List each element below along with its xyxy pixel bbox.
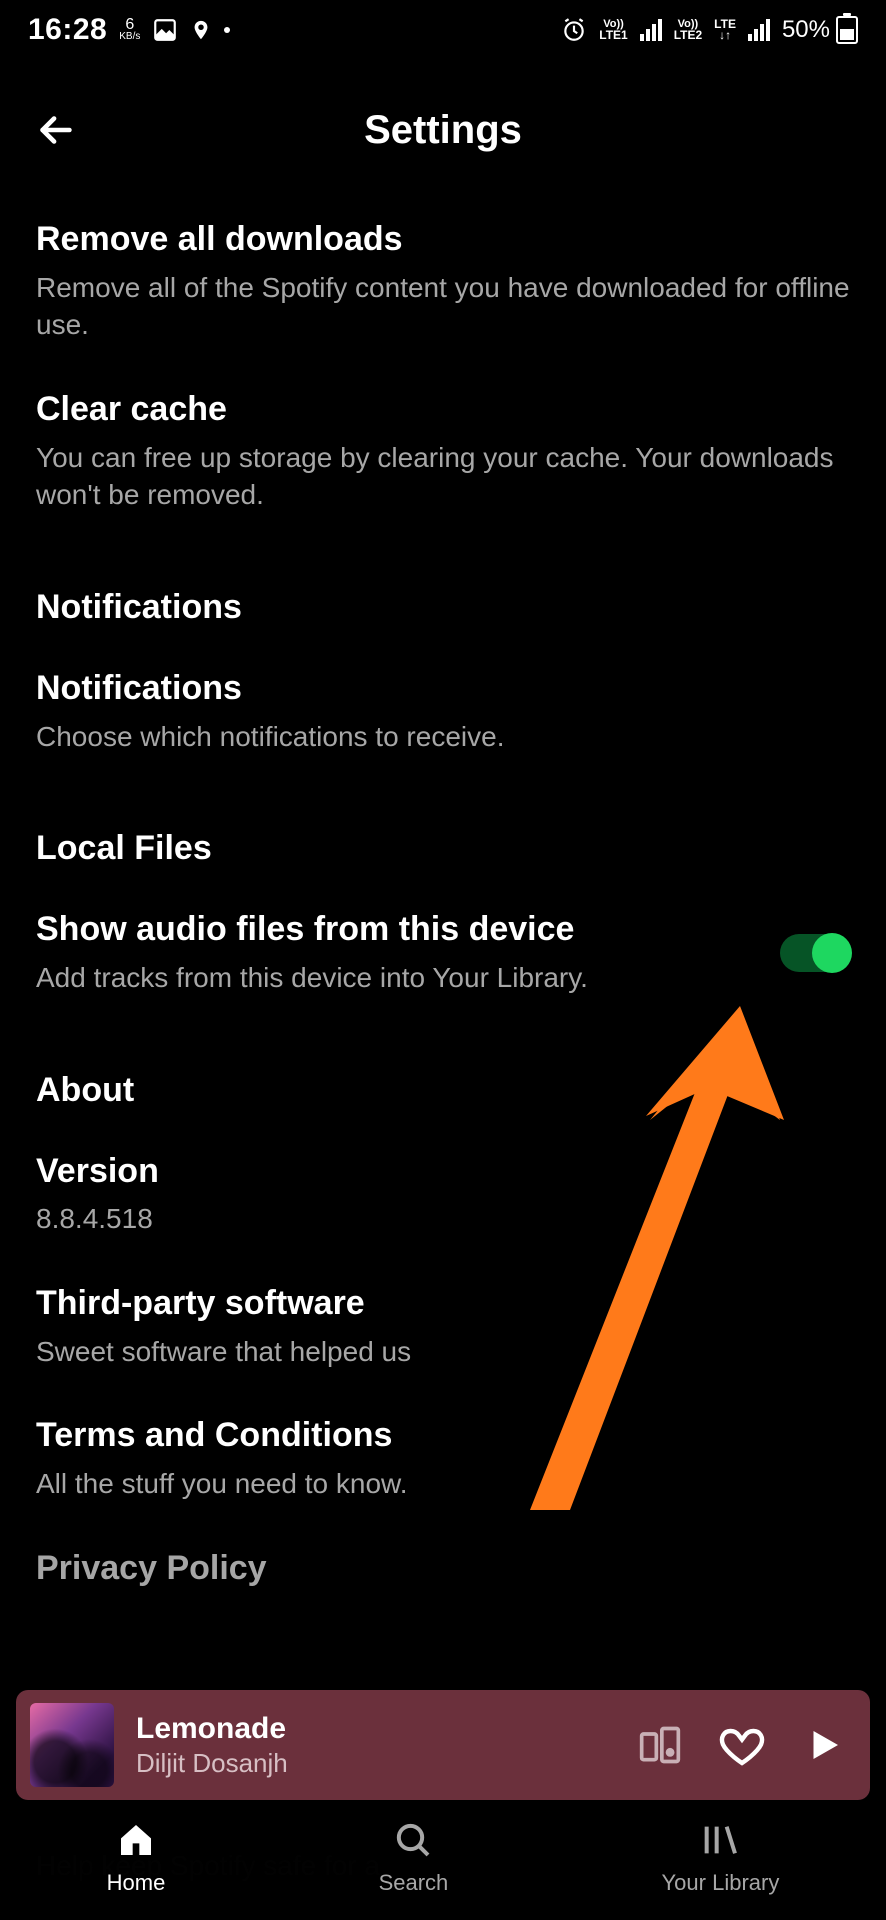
search-icon — [393, 1818, 433, 1862]
item-third-party[interactable]: Third-party software Sweet software that… — [36, 1264, 850, 1396]
toggle-knob — [812, 933, 852, 973]
item-version[interactable]: Version 8.8.4.518 — [36, 1132, 850, 1264]
track-artist: Diljit Dosanjh — [136, 1748, 614, 1779]
nav-home[interactable]: Home — [107, 1818, 166, 1896]
gallery-icon — [152, 17, 178, 43]
nav-library[interactable]: Your Library — [662, 1818, 780, 1896]
item-subtitle: All the stuff you need to know. — [36, 1465, 850, 1503]
item-subtitle: Sweet software that helped us — [36, 1333, 850, 1371]
item-title: Notifications — [36, 667, 850, 710]
devices-icon — [638, 1723, 682, 1767]
page-title: Settings — [364, 108, 522, 153]
status-dot — [224, 27, 230, 33]
play-button[interactable] — [800, 1721, 848, 1769]
signal-bars-icon — [748, 19, 770, 41]
album-art[interactable] — [30, 1703, 114, 1787]
nav-label: Search — [379, 1870, 449, 1896]
alarm-icon — [561, 17, 587, 43]
item-subtitle: Choose which notifications to receive. — [36, 718, 850, 756]
item-title: Privacy Policy — [36, 1547, 850, 1590]
back-button[interactable] — [26, 100, 86, 160]
item-notifications[interactable]: Notifications Choose which notifications… — [36, 649, 850, 781]
section-notifications: Notifications — [36, 540, 850, 649]
app-header: Settings — [0, 80, 886, 180]
heart-icon — [718, 1721, 766, 1769]
location-icon — [190, 17, 212, 43]
item-subtitle: Remove all of the Spotify content you ha… — [36, 269, 850, 345]
item-privacy[interactable]: Privacy Policy — [36, 1529, 850, 1616]
item-subtitle: 8.8.4.518 — [36, 1200, 850, 1238]
item-clear-cache[interactable]: Clear cache You can free up storage by c… — [36, 370, 850, 540]
nav-label: Your Library — [662, 1870, 780, 1896]
status-sim1: Vo)) LTE1 — [599, 19, 627, 41]
bottom-nav: Home Search Your Library — [0, 1800, 886, 1920]
status-netrate: 6 KB/s — [119, 18, 140, 42]
item-local-files-toggle[interactable]: Show audio files from this device Add tr… — [36, 890, 850, 1022]
play-icon — [803, 1724, 845, 1766]
nav-search[interactable]: Search — [379, 1818, 449, 1896]
section-about: About — [36, 1023, 850, 1132]
status-bar: 16:28 6 KB/s Vo)) LTE1 Vo)) LTE2 LTE ↓↑ — [0, 0, 886, 60]
track-title: Lemonade — [136, 1712, 614, 1746]
nav-label: Home — [107, 1870, 166, 1896]
toggle-local-files[interactable] — [780, 934, 850, 972]
signal-bars-icon — [640, 19, 662, 41]
item-title: Remove all downloads — [36, 218, 850, 261]
settings-scroll[interactable]: Remove all downloads Remove all of the S… — [0, 200, 886, 1920]
item-title: Version — [36, 1150, 850, 1193]
now-playing-text[interactable]: Lemonade Diljit Dosanjh — [136, 1712, 614, 1779]
item-terms[interactable]: Terms and Conditions All the stuff you n… — [36, 1396, 850, 1528]
arrow-left-icon — [33, 107, 79, 153]
item-title: Third-party software — [36, 1282, 850, 1325]
battery-percent: 50% — [782, 16, 830, 44]
item-subtitle: You can free up storage by clearing your… — [36, 439, 850, 515]
status-time: 16:28 — [28, 13, 107, 47]
item-title: Clear cache — [36, 388, 850, 431]
item-title: Terms and Conditions — [36, 1414, 850, 1457]
section-local-files: Local Files — [36, 781, 850, 890]
status-sim2-extra: LTE ↓↑ — [714, 19, 736, 41]
now-playing-bar[interactable]: Lemonade Diljit Dosanjh — [16, 1690, 870, 1800]
library-icon — [700, 1818, 740, 1862]
home-icon — [116, 1818, 156, 1862]
item-title: Show audio files from this device — [36, 908, 750, 951]
item-subtitle: Add tracks from this device into Your Li… — [36, 959, 750, 997]
battery-icon — [836, 16, 858, 44]
item-remove-downloads[interactable]: Remove all downloads Remove all of the S… — [36, 200, 850, 370]
status-sim2: Vo)) LTE2 — [674, 19, 702, 41]
like-button[interactable] — [718, 1721, 766, 1769]
connect-device-button[interactable] — [636, 1721, 684, 1769]
